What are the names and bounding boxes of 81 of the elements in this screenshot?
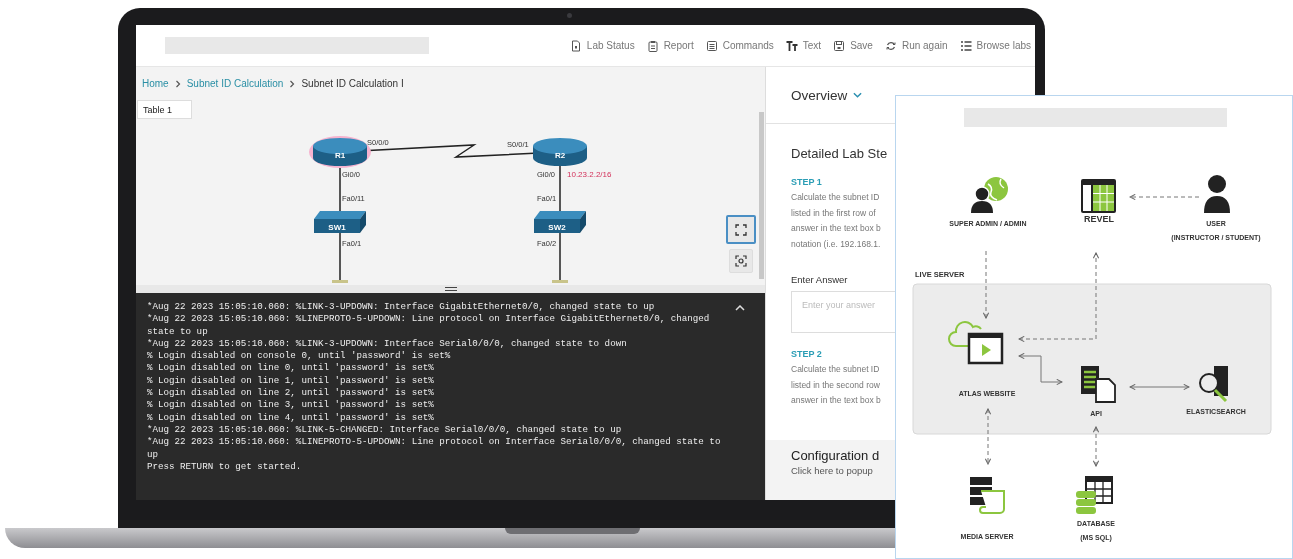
- table-button[interactable]: Table 1: [137, 100, 192, 119]
- console-line: *Aug 22 2023 15:05:10.060: %LINEPROTO-5-UPDOWN: Line protocol on Interface GigabitEthernet0/0, changed state to up: [147, 313, 711, 338]
- toolbar-button[interactable]: Report: [646, 39, 694, 52]
- user-globe-icon: [971, 177, 1008, 213]
- console-line: % Login disabled on line 3, until 'password' is set%: [147, 399, 435, 412]
- step-heading: STEP 1: [791, 177, 822, 187]
- answer-label: Enter Answer: [791, 274, 848, 285]
- cloud-video-icon: [948, 321, 1004, 365]
- refresh-icon: [884, 39, 897, 52]
- port-marker: [552, 280, 568, 283]
- overview-title: Overview: [791, 87, 848, 103]
- step-text-line: listed in the first row of: [791, 206, 876, 220]
- step-text-line: answer in the text box b: [791, 222, 881, 235]
- console-line: % Login disabled on line 4, until 'password' is set%: [147, 411, 435, 424]
- magnifier-icon: [1199, 366, 1228, 403]
- configuration-panel[interactable]: Configuration d Click here to popup: [766, 440, 896, 500]
- node-label: REVEL: [1084, 214, 1114, 224]
- caret-up-icon[interactable]: [735, 305, 745, 311]
- toolbar-button[interactable]: Run again: [884, 39, 948, 52]
- grid-window-icon: [1081, 179, 1116, 213]
- server-scroll-icon: [970, 477, 1005, 514]
- toolbar-button[interactable]: Lab Status: [569, 39, 635, 52]
- arrow: [1129, 383, 1190, 391]
- device-label: SW2: [548, 223, 566, 232]
- expand-icon: [735, 223, 747, 236]
- device-label: R1: [334, 151, 346, 160]
- console-line: % Login disabled on line 2, until 'password' is set%: [147, 387, 435, 400]
- device-label: SW1: [328, 223, 346, 232]
- step-text-line: Calculate the subnet ID: [791, 363, 880, 376]
- console-line: % Login disabled on line 1, until 'password' is set%: [147, 374, 435, 388]
- console-line: *Aug 22 2023 15:05:10.060: %LINEPROTO-5-UPDOWN: Line protocol on Interface Serial0/0/0, changed state to up: [147, 436, 722, 461]
- save-icon: [833, 39, 846, 52]
- step-text-line: Calculate the subnet ID: [791, 191, 880, 204]
- clipboard-icon: [646, 39, 659, 52]
- dashed-arrow: [982, 250, 990, 319]
- focus-button[interactable]: [729, 249, 753, 273]
- console-line: *Aug 22 2023 15:05:10.060: %LINK-3-UPDOWN: Interface Serial0/0/0, changed state to down: [147, 337, 628, 351]
- toolbar-button[interactable]: Text: [785, 39, 822, 52]
- console-line: % Login disabled on line 0, until 'password' is set%: [147, 362, 435, 375]
- toolbar-button[interactable]: Browse labs: [959, 39, 1031, 52]
- configuration-hint: Click here to popup: [791, 465, 873, 476]
- arrow: [1018, 352, 1063, 386]
- toolbar-button[interactable]: Save: [833, 39, 873, 52]
- text-size-icon: [785, 39, 798, 52]
- dashed-arrow: [984, 408, 992, 465]
- toolbar-button[interactable]: Commands: [705, 39, 774, 52]
- console-line: *Aug 22 2023 15:05:10.060: %LINK-3-UPDOWN: Interface GigabitEthernet0/0, changed state to up: [147, 301, 656, 314]
- configuration-title: Configuration d: [791, 448, 880, 463]
- step-text-line: notation (i.e. 192.168.1.: [791, 237, 881, 251]
- step-heading: STEP 2: [791, 349, 822, 359]
- camera-dot: [567, 13, 572, 18]
- breadcrumb-current: Subnet ID Calculation I: [301, 78, 404, 89]
- chevron-down-icon[interactable]: [853, 92, 863, 98]
- fullscreen-button[interactable]: [726, 215, 756, 244]
- dashed-arrow: [1129, 193, 1200, 201]
- user-icon: [1204, 175, 1230, 213]
- console-line: *Aug 22 2023 15:05:10.060: %LINK-5-CHANGED: Interface Serial0/0/0, changed state to up: [147, 423, 623, 437]
- chevron-right-icon: [289, 79, 296, 88]
- chevron-right-icon: [174, 79, 181, 88]
- ip-address-label: 10.23.2.2/16: [567, 170, 612, 179]
- document-icon: [569, 39, 582, 52]
- documents-icon: [1081, 366, 1116, 403]
- section-title: Detailed Lab Ste: [791, 146, 888, 161]
- resize-handle-icon[interactable]: [444, 286, 457, 292]
- dashed-arrow: [1092, 426, 1100, 467]
- console-line: % Login disabled on console 0, until 'password' is set%: [147, 350, 452, 363]
- port-marker: [332, 280, 348, 283]
- router-icon[interactable]: [533, 138, 587, 166]
- switch-icon[interactable]: [314, 211, 366, 233]
- breadcrumb-link[interactable]: Subnet ID Calculation: [186, 78, 284, 89]
- device-label: R2: [554, 151, 566, 160]
- step-text-line: answer in the text box b: [791, 394, 881, 407]
- list-document-icon: [705, 39, 718, 52]
- database-icon: [1076, 476, 1113, 514]
- focus-icon: [735, 255, 747, 267]
- list-icon: [959, 39, 972, 52]
- step-text-line: listed in the second row: [791, 378, 880, 392]
- switch-icon[interactable]: [534, 211, 586, 233]
- console-line: Press RETURN to get started.: [147, 460, 303, 474]
- answer-field[interactable]: Enter your answer: [791, 291, 896, 333]
- breadcrumb-link[interactable]: Home: [142, 78, 169, 89]
